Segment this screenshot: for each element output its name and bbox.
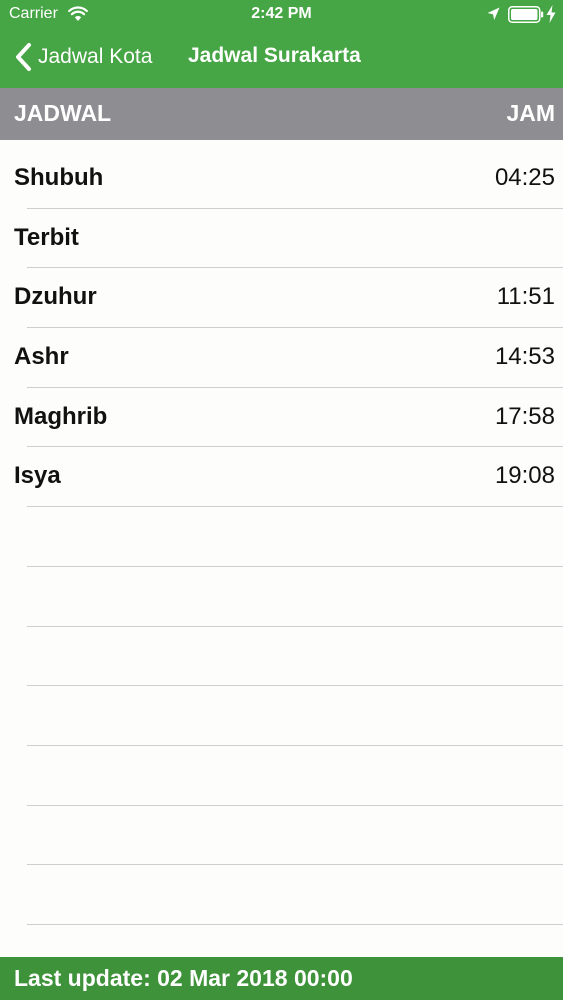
prayer-name: Dzuhur <box>14 283 97 311</box>
empty-list-item <box>0 865 563 925</box>
charging-bolt-icon <box>546 5 556 23</box>
prayer-time: 11:51 <box>496 283 555 311</box>
prayer-time: 14:53 <box>494 343 555 371</box>
battery-icon <box>508 6 544 23</box>
last-update-label: Last update: 02 Mar 2018 00:00 <box>14 965 353 991</box>
back-button[interactable]: Jadwal Kota <box>14 40 152 74</box>
status-time: 2:42 PM <box>251 5 312 22</box>
column-header-jadwal: JADWAL <box>14 100 112 126</box>
footer-bar: Last update: 02 Mar 2018 00:00 <box>0 957 563 1000</box>
prayer-name: Isya <box>14 462 61 490</box>
table-header: JADWAL JAM <box>0 88 563 140</box>
list-item[interactable]: Dzuhur 11:51 <box>0 268 563 328</box>
list-item[interactable]: Isya 19:08 <box>0 447 563 507</box>
empty-list-item <box>0 686 563 746</box>
prayer-time: 04:25 <box>494 164 555 191</box>
navigation-bar: Jadwal Kota Jadwal Surakarta <box>0 30 563 88</box>
status-bar: Carrier 2:42 PM <box>0 0 563 30</box>
list-item[interactable]: Shubuh 04:25 <box>0 149 563 209</box>
back-button-label: Jadwal Kota <box>38 45 153 68</box>
column-header-jam: JAM <box>506 100 555 126</box>
list-item[interactable]: Ashr 14:53 <box>0 328 563 388</box>
list-item[interactable]: Maghrib 17:58 <box>0 388 563 448</box>
empty-list-item <box>0 567 563 627</box>
prayer-name: Shubuh <box>14 164 104 191</box>
empty-list-item <box>0 806 563 866</box>
page-title: Jadwal Surakarta <box>188 44 361 67</box>
prayer-time: 19:08 <box>494 462 555 490</box>
top-bar: Carrier 2:42 PM Jadwal Kota Jadwal Surak… <box>0 0 563 88</box>
prayer-time: 17:58 <box>494 402 555 430</box>
location-arrow-icon <box>487 7 500 20</box>
empty-list-item <box>0 627 563 687</box>
empty-list-item <box>0 746 563 806</box>
list-item[interactable]: Terbit <box>0 209 563 269</box>
prayer-name: Ashr <box>14 343 69 371</box>
prayer-times-list[interactable]: Shubuh 04:25 Terbit Dzuhur 11:51 Ashr 14… <box>0 149 563 925</box>
chevron-left-icon <box>16 43 31 71</box>
prayer-name: Maghrib <box>14 402 108 430</box>
prayer-name: Terbit <box>14 223 79 251</box>
empty-list-item <box>0 507 563 567</box>
